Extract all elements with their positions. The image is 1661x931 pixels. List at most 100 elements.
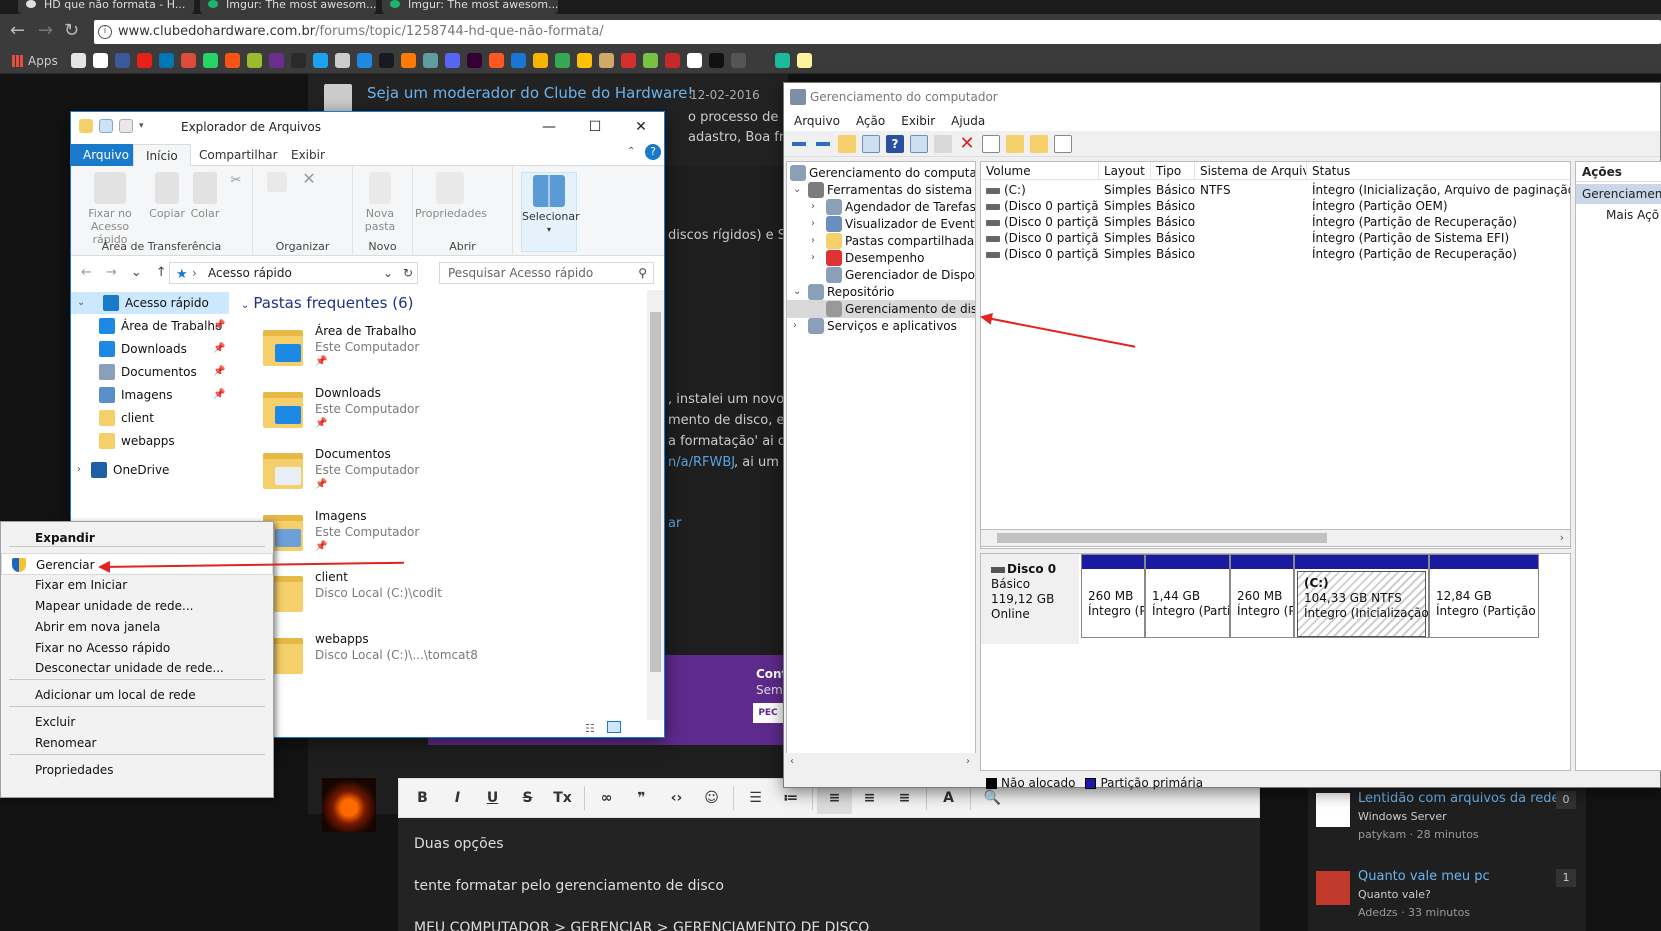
menu-item-5[interactable]: Fixar no Acesso rápido <box>1 637 273 659</box>
nav-item-5[interactable]: client <box>71 407 229 429</box>
tree-item-3[interactable]: › Visualizador de Eventos <box>787 215 975 233</box>
bold-button[interactable]: B <box>405 782 440 814</box>
emoji-icon[interactable]: ☺ <box>694 782 729 814</box>
cut-button[interactable]: ✂ <box>227 172 245 190</box>
frequent-folders-header[interactable]: ⌄ Pastas frequentes (6) <box>241 294 413 312</box>
menu-item-6[interactable]: Desconectar unidade de rede... <box>1 657 273 679</box>
close-icon[interactable]: ✕ <box>618 112 664 142</box>
tree-item-0[interactable]: Gerenciamento do computado <box>787 164 975 182</box>
bookmark-icon[interactable] <box>136 53 152 68</box>
chevron-up-icon[interactable]: ⌃ <box>627 146 635 157</box>
bookmark-icon[interactable] <box>664 53 680 68</box>
browser-tab-imgur-1[interactable]: Imgur: The most awesom... <box>200 0 376 14</box>
reply-editor[interactable]: Duas opções tente formatar pelo gerencia… <box>398 818 1260 931</box>
bookmark-icon[interactable] <box>290 53 306 68</box>
partition-4[interactable]: 12,84 GBÍntegro (Partição de <box>1429 554 1539 638</box>
apps-shortcut[interactable]: Apps <box>12 54 58 68</box>
bookmark-icon[interactable] <box>202 53 218 68</box>
scroll-thumb[interactable] <box>650 312 661 672</box>
bookmark-icon[interactable] <box>642 53 658 68</box>
tab-inicio[interactable]: Início <box>133 144 191 166</box>
tree-item-5[interactable]: › Desempenho <box>787 249 975 267</box>
actions-selected-item[interactable]: Gerenciamento <box>1576 184 1661 204</box>
tab-exibir[interactable]: Exibir <box>279 144 337 166</box>
chevron-down-icon[interactable]: ⌄ <box>131 265 142 280</box>
underline-button[interactable]: U <box>475 782 510 814</box>
menu-exibir[interactable]: Exibir <box>901 114 935 128</box>
bookmark-icon[interactable] <box>422 53 438 68</box>
tree-item-9[interactable]: › Serviços e aplicativos <box>787 317 975 335</box>
up-arrow-icon[interactable]: ↑ <box>156 265 167 280</box>
volume-cell[interactable]: (C:) <box>981 182 1099 199</box>
bookmark-icon[interactable] <box>92 53 108 68</box>
nav-item-1[interactable]: Área de Trabalho 📌 <box>71 315 229 337</box>
bookmark-icon[interactable] <box>224 53 240 68</box>
volume-cell[interactable]: (Disco 0 partição 2) <box>981 214 1099 231</box>
column-header-4[interactable]: Status <box>1307 162 1570 180</box>
menu-item-10[interactable]: Propriedades <box>1 759 273 781</box>
new-folder-icon[interactable] <box>119 119 133 133</box>
maximize-icon[interactable]: ☐ <box>572 112 618 142</box>
partition-1[interactable]: 1,44 GB Íntegro (Partiç <box>1145 554 1230 638</box>
folder-item[interactable]: webapps Disco Local (C:)\...\tomcat8 <box>259 630 619 692</box>
back-arrow-icon[interactable] <box>790 134 808 153</box>
bookmark-icon[interactable] <box>620 53 636 68</box>
menu-item-4[interactable]: Abrir em nova janela <box>1 616 273 638</box>
large-icons-view-icon[interactable] <box>607 721 621 733</box>
menu-item-3[interactable]: Mapear unidade de rede... <box>1 595 273 617</box>
folder-up-icon[interactable] <box>838 134 856 153</box>
bookmark-icon[interactable] <box>532 53 548 68</box>
show-tree-icon[interactable] <box>862 134 880 153</box>
quote-icon[interactable]: ❞ <box>624 782 659 814</box>
bookmark-icon[interactable] <box>796 53 812 68</box>
nav-item-3[interactable]: Documentos 📌 <box>71 361 229 383</box>
menu-item-2[interactable]: Fixar em Iniciar <box>1 574 273 596</box>
menu-item-7[interactable]: Adicionar um local de rede <box>1 684 273 706</box>
select-button[interactable]: Selecionar ▾ <box>521 172 580 252</box>
connect-icon[interactable] <box>934 134 952 153</box>
bookmark-icon[interactable] <box>312 53 328 68</box>
bookmark-icon[interactable] <box>686 53 702 68</box>
volume-cell[interactable]: (Disco 0 partição 6) <box>981 246 1099 263</box>
properties-icon[interactable] <box>1054 134 1072 153</box>
tree-scrollbar[interactable]: ‹ › <box>786 753 976 771</box>
view-icon[interactable] <box>910 134 928 153</box>
bookmark-icon[interactable] <box>400 53 416 68</box>
nav-item-2[interactable]: Downloads 📌 <box>71 338 229 360</box>
folder-item[interactable]: client Disco Local (C:)\codit <box>259 568 619 630</box>
bookmark-icon[interactable] <box>114 53 130 68</box>
chevron-right-icon[interactable]: › <box>966 756 970 767</box>
menu-ajuda[interactable]: Ajuda <box>951 114 985 128</box>
code-icon[interactable]: ‹› <box>659 782 694 814</box>
forward-arrow-icon[interactable] <box>814 134 832 153</box>
bookmark-icon[interactable] <box>510 53 526 68</box>
scroll-thumb[interactable] <box>997 533 1327 543</box>
bookmark-icon[interactable] <box>730 53 746 68</box>
properties-icon[interactable] <box>99 119 113 133</box>
bookmark-icon[interactable] <box>246 53 262 68</box>
topic-card[interactable]: Lentidão com arquivos da rede Windows Se… <box>1308 785 1586 863</box>
reload-icon[interactable]: ↻ <box>64 14 79 48</box>
column-header-3[interactable]: Sistema de Arquivos <box>1195 162 1307 180</box>
menu-acao[interactable]: Ação <box>856 114 885 128</box>
column-header-2[interactable]: Tipo <box>1151 162 1195 180</box>
nav-item-7[interactable]: › OneDrive <box>71 459 229 481</box>
bookmark-icon[interactable] <box>708 53 724 68</box>
chevron-right-icon[interactable]: › <box>793 317 797 335</box>
minimize-icon[interactable]: — <box>526 112 572 142</box>
moderator-link[interactable]: Seja um moderador do Clube do Hardware! <box>367 84 693 102</box>
bookmark-icon[interactable] <box>158 53 174 68</box>
back-arrow-icon[interactable]: ← <box>10 14 25 48</box>
folder-arrow-icon[interactable] <box>1006 134 1024 153</box>
folder-item[interactable]: Área de Trabalho Este Computador 📌 <box>259 322 619 384</box>
bookmark-icon[interactable] <box>180 53 196 68</box>
chevron-down-icon[interactable]: ⌄ <box>383 263 393 283</box>
chevron-down-icon[interactable]: ⌄ <box>793 181 801 199</box>
bookmark-icon[interactable] <box>752 53 768 68</box>
clear-format-button[interactable]: Tx <box>545 782 580 814</box>
folder-item[interactable]: Documentos Este Computador 📌 <box>259 445 619 507</box>
tree-item-6[interactable]: Gerenciador de Disposit <box>787 266 975 284</box>
vertical-scrollbar[interactable] <box>647 290 664 720</box>
bullet-list-icon[interactable]: ☰ <box>738 782 773 814</box>
chevron-right-icon[interactable]: › <box>77 459 81 481</box>
